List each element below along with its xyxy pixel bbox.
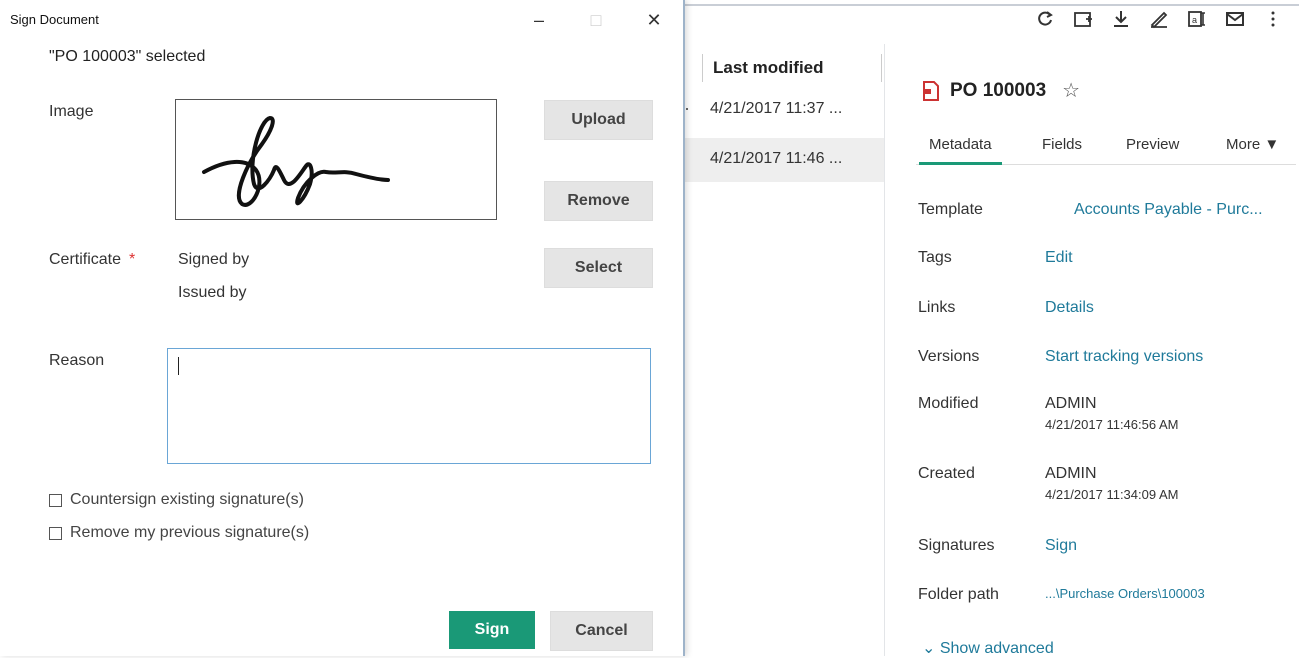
star-icon[interactable]: ☆ [1062, 78, 1080, 103]
created-label: Created [918, 465, 975, 482]
column-header-label: Last modified [713, 58, 824, 77]
tab-more[interactable]: More ▼ [1226, 136, 1279, 153]
download-icon[interactable] [1109, 8, 1133, 30]
chevron-down-icon: ⌄ [922, 640, 936, 657]
checkbox-box[interactable] [49, 526, 62, 540]
details-tabs: Metadata Fields Preview More ▼ [916, 128, 1296, 165]
remove-previous-label: Remove my previous signature(s) [70, 524, 310, 541]
reason-label: Reason [49, 352, 105, 369]
document-title: PO 100003 ☆ [922, 78, 1080, 103]
remove-previous-signature-checkbox[interactable]: Remove my previous signature(s) [49, 524, 309, 542]
list-row[interactable]: 4/21/2017 11:37 ... [684, 88, 884, 132]
list-row-selected[interactable]: 4/21/2017 11:46 ... [684, 138, 884, 182]
signatures-label: Signatures [918, 537, 995, 554]
text-extract-icon[interactable]: a [1185, 8, 1209, 30]
folder-path-link[interactable]: ...\Purchase Orders\100003 [1045, 586, 1205, 601]
signature-image [175, 99, 497, 220]
sign-button[interactable]: Sign [449, 611, 535, 649]
certificate-label: Certificate * [49, 251, 135, 269]
svg-text:a: a [1192, 15, 1197, 25]
remove-button[interactable]: Remove [544, 181, 653, 221]
signed-by-label: Signed by [178, 251, 250, 268]
cancel-button[interactable]: Cancel [550, 611, 653, 651]
signatures-sign-link[interactable]: Sign [1045, 537, 1077, 555]
close-button[interactable]: ✕ [639, 6, 669, 34]
created-value: ADMIN 4/21/2017 11:34:09 AM [1045, 465, 1178, 502]
upload-button[interactable]: Upload [544, 100, 653, 140]
show-advanced-label: Show advanced [939, 640, 1054, 657]
tab-metadata[interactable]: Metadata [919, 136, 1002, 165]
toolbar: a [1033, 6, 1285, 32]
details-panel: PO 100003 ☆ Metadata Fields Preview More… [890, 44, 1299, 658]
reason-textarea[interactable] [167, 348, 651, 464]
column-header-last-modified[interactable]: Last modified [702, 54, 882, 82]
text-caret [178, 357, 179, 375]
selection-text: "PO 100003" selected [49, 48, 206, 65]
pdf-document-icon [922, 80, 940, 102]
countersign-checkbox[interactable]: Countersign existing signature(s) [49, 491, 304, 509]
tab-preview[interactable]: Preview [1126, 136, 1179, 153]
issued-by-label: Issued by [178, 284, 247, 301]
required-marker: * [129, 251, 136, 268]
created-date: 4/21/2017 11:34:09 AM [1045, 487, 1179, 502]
row-marker [686, 108, 688, 110]
checkbox-box[interactable] [49, 493, 62, 507]
template-label: Template [918, 201, 983, 218]
folder-path-label: Folder path [918, 586, 999, 603]
dialog-titlebar[interactable]: Sign Document – □ ✕ [0, 0, 683, 40]
modified-user: ADMIN [1045, 395, 1097, 412]
versions-label: Versions [918, 348, 980, 365]
more-vertical-icon[interactable] [1261, 8, 1285, 30]
refresh-icon[interactable] [1033, 8, 1057, 30]
row-date: 4/21/2017 11:37 ... [710, 100, 843, 117]
links-details-link[interactable]: Details [1045, 299, 1094, 317]
row-date: 4/21/2017 11:46 ... [710, 150, 843, 167]
document-name: PO 100003 [950, 79, 1047, 101]
maximize-button: □ [590, 9, 602, 30]
created-user: ADMIN [1045, 465, 1097, 482]
template-value[interactable]: Accounts Payable - Purc... [1074, 201, 1263, 219]
modified-value: ADMIN 4/21/2017 11:46:56 AM [1045, 395, 1178, 432]
sign-document-dialog: Sign Document – □ ✕ "PO 100003" selected… [0, 0, 685, 656]
modified-date: 4/21/2017 11:46:56 AM [1045, 417, 1179, 432]
select-certificate-button[interactable]: Select [544, 248, 653, 288]
tab-fields[interactable]: Fields [1042, 136, 1082, 153]
show-advanced-link[interactable]: ⌄ Show advanced [922, 638, 1054, 658]
start-tracking-versions-link[interactable]: Start tracking versions [1045, 348, 1203, 366]
links-label: Links [918, 299, 956, 316]
countersign-label: Countersign existing signature(s) [70, 491, 304, 508]
document-list: Last modified 4/21/2017 11:37 ... 4/21/2… [684, 44, 885, 656]
modified-label: Modified [918, 395, 979, 412]
tags-edit-link[interactable]: Edit [1045, 249, 1073, 267]
minimize-button[interactable]: – [524, 6, 554, 34]
signature-drawing [202, 116, 390, 207]
certificate-label-text: Certificate [49, 251, 122, 268]
dialog-title: Sign Document [10, 12, 99, 27]
tags-label: Tags [918, 249, 952, 266]
email-icon[interactable] [1223, 8, 1247, 30]
sign-icon[interactable] [1147, 8, 1171, 30]
image-label: Image [49, 103, 94, 120]
new-folder-icon[interactable] [1071, 8, 1095, 30]
